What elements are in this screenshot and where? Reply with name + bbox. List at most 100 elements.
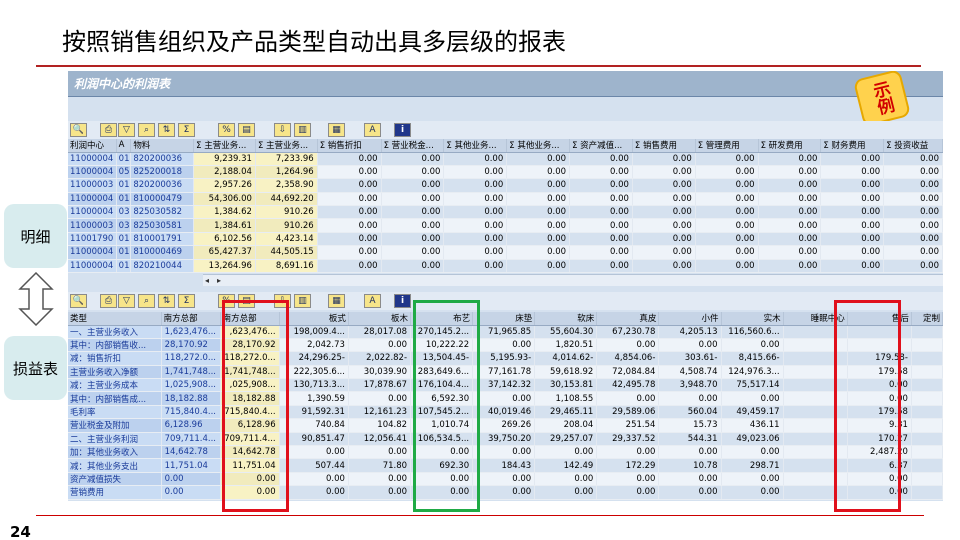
detail-row[interactable]: 11000003 01 820200036 2,957.26 2,358.90 0.00 0… bbox=[68, 178, 943, 193]
detail-icon[interactable]: 🔍 bbox=[70, 294, 87, 308]
scroll-right-icon[interactable]: ▸ bbox=[217, 276, 221, 285]
summary-cell: 0.00 bbox=[534, 445, 598, 460]
abc-icon[interactable]: A bbox=[364, 123, 381, 137]
detail-column-header[interactable]: Σ 销售折扣 bbox=[317, 139, 382, 153]
detail-column-header[interactable]: Σ 资产减值... bbox=[569, 139, 633, 153]
detail-column-header[interactable]: A bbox=[116, 139, 132, 153]
detail-cell: 54,306.00 bbox=[193, 192, 256, 207]
summary-column-header[interactable]: 类型 bbox=[68, 312, 162, 326]
sum-icon[interactable]: Σ bbox=[178, 294, 195, 308]
detail-column-header[interactable]: Σ 主营业务... bbox=[255, 139, 318, 153]
detail-column-header[interactable]: Σ 研发费用 bbox=[758, 139, 822, 153]
summary-row[interactable]: 二、主营业务利润 709,711.4... 709,711.4... 90,851.4… bbox=[68, 432, 943, 447]
detail-row[interactable]: 11000004 03 825030582 1,384.62 910.26 0.00 0.0… bbox=[68, 205, 943, 220]
detail-row[interactable]: 11000004 01 810000469 65,427.37 44,505.15 0.0… bbox=[68, 245, 943, 260]
filter-icon[interactable]: ▽ bbox=[118, 123, 135, 137]
horizontal-scrollbar[interactable]: ◂ ▸ bbox=[203, 274, 943, 286]
abc-icon[interactable]: A bbox=[364, 294, 381, 308]
summary-row[interactable]: 减：主营业务成本 1,025,908... ,025,908... 130,713.3… bbox=[68, 378, 943, 393]
detail-icon[interactable]: 🔍 bbox=[70, 123, 87, 137]
detail-cell: 01 bbox=[116, 259, 132, 274]
summary-cell: 0.00 bbox=[596, 485, 660, 500]
summary-column-header[interactable]: 小件 bbox=[658, 312, 722, 326]
detail-column-header[interactable]: Σ 其他业务... bbox=[506, 139, 571, 153]
summary-row[interactable]: 营销费用 0.00 0.00 0.00 0.00 0.00 0.00 0.00 0.00 0.00… bbox=[68, 485, 943, 500]
summary-cell: 资产减值损失 bbox=[68, 472, 162, 487]
detail-cell: 2,188.04 bbox=[193, 165, 256, 180]
detail-cell: 0.00 bbox=[506, 259, 571, 274]
summary-row[interactable]: 其中：内部销售收... 28,170.92 28,170.92 2,042.73 0.0… bbox=[68, 338, 943, 353]
summary-row[interactable]: 一、主营业务收入 1,623,476... ,623,476... 198,009.4… bbox=[68, 325, 943, 339]
detail-column-header[interactable]: Σ 主营业务... bbox=[193, 139, 256, 153]
summary-cell: 6,128.96 bbox=[161, 418, 221, 433]
detail-column-header[interactable]: 利润中心 bbox=[68, 139, 117, 153]
summary-column-header[interactable]: 床垫 bbox=[472, 312, 536, 326]
detail-cell: 11000004 bbox=[68, 245, 117, 260]
detail-cell: 0.00 bbox=[443, 192, 508, 207]
summary-column-header[interactable]: 定制 bbox=[911, 312, 943, 326]
detail-cell: 0.00 bbox=[883, 205, 943, 220]
summary-row[interactable]: 主营业务收入净额 1,741,748... 1,741,748... 222,305.… bbox=[68, 365, 943, 380]
print-icon[interactable]: ⎙ bbox=[100, 123, 117, 137]
detail-column-header[interactable]: Σ 投资收益 bbox=[883, 139, 943, 153]
summary-row[interactable]: 资产减值损失 0.00 0.00 0.00 0.00 0.00 0.00 0.00 0.00 0.… bbox=[68, 472, 943, 487]
scroll-left-icon[interactable]: ◂ bbox=[205, 276, 209, 285]
detail-cell: 0.00 bbox=[632, 178, 696, 193]
summary-column-header[interactable]: 板木 bbox=[348, 312, 412, 326]
detail-cell: 0.00 bbox=[443, 165, 508, 180]
detail-column-header[interactable]: Σ 销售费用 bbox=[632, 139, 696, 153]
sort-icon[interactable]: ⇅ bbox=[158, 294, 175, 308]
detail-cell: 0.00 bbox=[381, 178, 445, 193]
detail-column-header[interactable]: Σ 其他业务... bbox=[443, 139, 508, 153]
summary-row[interactable]: 毛利率 715,840.4... 715,840.4... 91,592.31 12,1… bbox=[68, 405, 943, 420]
summary-cell: 0.00 bbox=[596, 472, 660, 487]
summary-row[interactable]: 其中：内部销售成... 18,182.88 18,182.88 1,390.59 0.0… bbox=[68, 391, 943, 406]
detail-cell: 0.00 bbox=[632, 205, 696, 220]
sum-icon[interactable]: Σ bbox=[178, 123, 195, 137]
summary-column-header[interactable]: 南方总部 bbox=[161, 312, 221, 326]
detail-row[interactable]: 11000003 03 825030581 1,384.61 910.26 0.00 0.0… bbox=[68, 218, 943, 233]
detail-row[interactable]: 11000004 05 825200018 2,188.04 1,264.96 0.00 0… bbox=[68, 165, 943, 180]
summary-column-header[interactable]: 板式 bbox=[279, 312, 349, 326]
info-icon[interactable]: i bbox=[394, 294, 411, 308]
detail-cell: 0.00 bbox=[695, 259, 759, 274]
info-icon[interactable]: i bbox=[394, 123, 411, 137]
detail-row[interactable]: 11000004 01 820200036 9,239.31 7,233.96 0.00 0… bbox=[68, 152, 943, 166]
graph-icon[interactable]: ▥ bbox=[294, 294, 311, 308]
detail-cell: 0.00 bbox=[506, 205, 571, 220]
find-icon[interactable]: ⌕ bbox=[138, 294, 155, 308]
summary-cell: 29,465.11 bbox=[534, 405, 598, 420]
detail-cell: 810000469 bbox=[130, 245, 195, 260]
export-icon[interactable]: ⇩ bbox=[274, 123, 291, 137]
summary-row[interactable]: 营业税金及附加 6,128.96 6,128.96 740.84 104.82 1,010… bbox=[68, 418, 943, 433]
view-icon[interactable]: ▦ bbox=[328, 294, 345, 308]
detail-column-header[interactable]: 物料 bbox=[130, 139, 195, 153]
find-icon[interactable]: ⌕ bbox=[138, 123, 155, 137]
detail-cell: 0.00 bbox=[443, 232, 508, 247]
detail-column-header[interactable]: Σ 营业税金... bbox=[381, 139, 445, 153]
detail-cell: 910.26 bbox=[255, 218, 318, 233]
subtotal-icon[interactable]: % bbox=[218, 123, 235, 137]
summary-cell: 0.00 bbox=[721, 391, 784, 406]
sort-icon[interactable]: ⇅ bbox=[158, 123, 175, 137]
summary-row[interactable]: 减：销售折扣 118,272.0... 118,272.0... 24,296.25-… bbox=[68, 351, 943, 366]
detail-row[interactable]: 11000004 01 820210044 13,264.96 8,691.16 0.00… bbox=[68, 259, 943, 274]
detail-row[interactable]: 11001790 01 810001791 6,102.56 4,423.14 0.00 0… bbox=[68, 232, 943, 247]
summary-column-header[interactable]: 真皮 bbox=[596, 312, 660, 326]
summary-column-header[interactable]: 实木 bbox=[721, 312, 784, 326]
graph-icon[interactable]: ▥ bbox=[294, 123, 311, 137]
summary-column-header[interactable]: 软床 bbox=[534, 312, 598, 326]
filter-icon[interactable]: ▽ bbox=[118, 294, 135, 308]
summary-row[interactable]: 减：其他业务支出 11,751.04 11,751.04 507.44 71.80 692… bbox=[68, 458, 943, 473]
view-icon[interactable]: ▦ bbox=[328, 123, 345, 137]
detail-column-header[interactable]: Σ 管理费用 bbox=[695, 139, 759, 153]
print-icon[interactable]: ⎙ bbox=[100, 294, 117, 308]
summary-row[interactable]: 加：其他业务收入 14,642.78 14,642.78 0.00 0.00 0.00 0.… bbox=[68, 445, 943, 460]
layout-icon[interactable]: ▤ bbox=[238, 123, 255, 137]
detail-column-header[interactable]: Σ 财务费用 bbox=[820, 139, 885, 153]
detail-row[interactable]: 11000004 01 810000479 54,306.00 44,692.20 0.0… bbox=[68, 192, 943, 207]
summary-toolbar: 🔍 ⎙ ▽ ⌕ ⇅ Σ% ▤ ⇩ ▥ ▦ Ai bbox=[68, 292, 943, 310]
detail-cell: 0.00 bbox=[317, 259, 382, 274]
summary-cell: 2,022.82- bbox=[348, 351, 412, 366]
summary-cell: 0.00 bbox=[596, 391, 660, 406]
